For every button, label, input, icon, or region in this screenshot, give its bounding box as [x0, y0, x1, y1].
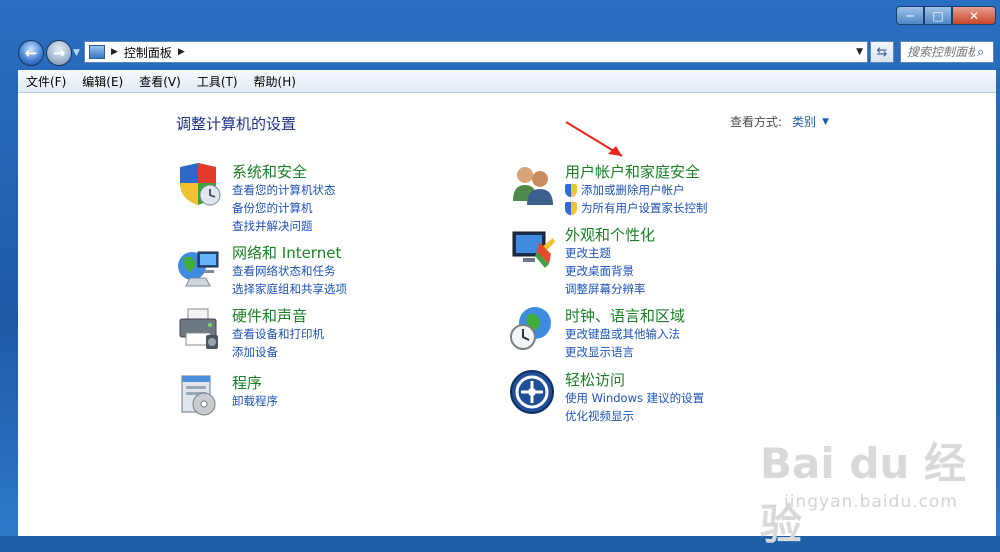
category-title[interactable]: 轻松访问: [565, 369, 625, 390]
link-desktop-background[interactable]: 更改桌面背景: [565, 262, 646, 280]
chevron-down-icon[interactable]: ▼: [822, 117, 829, 127]
chevron-right-icon[interactable]: ▶: [111, 47, 118, 57]
printer-icon[interactable]: [176, 305, 222, 351]
category-links: 查看您的计算机状态 备份您的计算机 查找并解决问题: [232, 181, 336, 235]
breadcrumb-control-panel[interactable]: 控制面板: [124, 44, 172, 61]
minimize-button[interactable]: ─: [896, 6, 924, 25]
title-bar[interactable]: ─ □ ✕: [0, 0, 1000, 34]
search-box[interactable]: ⌕: [900, 41, 994, 63]
link-optimize-display[interactable]: 优化视频显示: [565, 407, 704, 425]
menu-help[interactable]: 帮助(H): [246, 73, 304, 90]
menu-edit[interactable]: 编辑(E): [74, 73, 131, 90]
view-by: 查看方式: 类别 ▼: [730, 113, 829, 130]
link-devices-printers[interactable]: 查看设备和打印机: [232, 325, 324, 343]
arrow-left-icon: ←: [24, 44, 38, 62]
link-row: 为所有用户设置家长控制: [565, 199, 708, 217]
chevron-right-icon[interactable]: ▶: [178, 47, 185, 57]
link-view-status[interactable]: 查看您的计算机状态: [232, 181, 336, 199]
link-homegroup[interactable]: 选择家庭组和共享选项: [232, 280, 347, 298]
monitor-paint-icon[interactable]: [509, 224, 555, 270]
link-keyboard-input[interactable]: 更改键盘或其他输入法: [565, 325, 680, 343]
accessibility-icon[interactable]: [509, 369, 555, 415]
category-title[interactable]: 时钟、语言和区域: [565, 305, 685, 326]
link-recommended-settings[interactable]: 使用 Windows 建议的设置: [565, 389, 704, 407]
search-input[interactable]: [901, 44, 977, 60]
control-panel-window: ─ □ ✕ ← → ▼ ▶ 控制面板 ▶ ▼ ⇆ ⌕ 文件(F) 编辑(E) 查…: [0, 0, 1000, 549]
category-links: 查看设备和打印机 添加设备: [232, 325, 324, 361]
refresh-button[interactable]: ⇆: [870, 41, 894, 63]
address-bar[interactable]: ▶ 控制面板 ▶ ▼: [84, 41, 868, 63]
category-links: 查看网络状态和任务 选择家庭组和共享选项: [232, 262, 347, 298]
category-title[interactable]: 硬件和声音: [232, 305, 307, 326]
chevron-down-icon[interactable]: ▼: [856, 47, 863, 57]
link-screen-resolution[interactable]: 调整屏幕分辨率: [565, 280, 646, 298]
annotation-arrow: [565, 121, 623, 157]
arrow-right-icon: →: [52, 44, 66, 62]
category-title[interactable]: 程序: [232, 372, 262, 393]
users-icon[interactable]: [509, 161, 555, 207]
category-links: 使用 Windows 建议的设置 优化视频显示: [565, 389, 704, 425]
link-backup[interactable]: 备份您的计算机: [232, 199, 336, 217]
link-parental-controls[interactable]: 为所有用户设置家长控制: [581, 199, 708, 217]
clock-globe-icon[interactable]: [509, 305, 555, 351]
watermark-logo: Bai du 经验: [760, 439, 966, 549]
close-button[interactable]: ✕: [952, 6, 996, 25]
control-panel-icon: [89, 45, 105, 59]
menu-bar: 文件(F) 编辑(E) 查看(V) 工具(T) 帮助(H): [18, 70, 996, 93]
link-add-remove-accounts[interactable]: 添加或删除用户帐户: [581, 181, 685, 199]
shield-computer-icon[interactable]: [176, 161, 222, 207]
recent-pages-dropdown[interactable]: ▼: [73, 48, 80, 58]
category-title[interactable]: 系统和安全: [232, 161, 307, 182]
watermark-url: jingyan.baidu.com: [784, 492, 958, 512]
link-change-theme[interactable]: 更改主题: [565, 244, 646, 262]
menu-view[interactable]: 查看(V): [131, 73, 189, 90]
caption-buttons: ─ □ ✕: [896, 6, 996, 26]
refresh-icon: ⇆: [876, 44, 888, 60]
page-title: 调整计算机的设置: [176, 115, 297, 133]
uac-shield-icon: [565, 201, 577, 215]
link-network-status[interactable]: 查看网络状态和任务: [232, 262, 347, 280]
network-globe-icon[interactable]: [176, 242, 222, 288]
category-title[interactable]: 网络和 Internet: [232, 242, 341, 263]
link-troubleshoot[interactable]: 查找并解决问题: [232, 217, 336, 235]
forward-button[interactable]: →: [46, 40, 72, 66]
link-uninstall[interactable]: 卸载程序: [232, 392, 278, 410]
search-icon[interactable]: ⌕: [977, 45, 984, 60]
link-add-device[interactable]: 添加设备: [232, 343, 324, 361]
menu-tools[interactable]: 工具(T): [189, 73, 246, 90]
maximize-button[interactable]: □: [924, 6, 952, 25]
uac-shield-icon: [565, 183, 577, 197]
category-title[interactable]: 外观和个性化: [565, 224, 655, 245]
category-links: 更改键盘或其他输入法 更改显示语言: [565, 325, 680, 361]
programs-icon[interactable]: [176, 372, 222, 418]
link-display-language[interactable]: 更改显示语言: [565, 343, 680, 361]
back-button[interactable]: ←: [18, 40, 44, 66]
link-row: 添加或删除用户帐户: [565, 181, 708, 199]
view-by-value[interactable]: 类别: [792, 113, 816, 130]
category-links: 添加或删除用户帐户 为所有用户设置家长控制: [565, 181, 708, 217]
category-links: 卸载程序: [232, 392, 278, 410]
menu-file[interactable]: 文件(F): [18, 73, 74, 90]
view-by-label: 查看方式:: [730, 115, 783, 129]
category-links: 更改主题 更改桌面背景 调整屏幕分辨率: [565, 244, 646, 298]
